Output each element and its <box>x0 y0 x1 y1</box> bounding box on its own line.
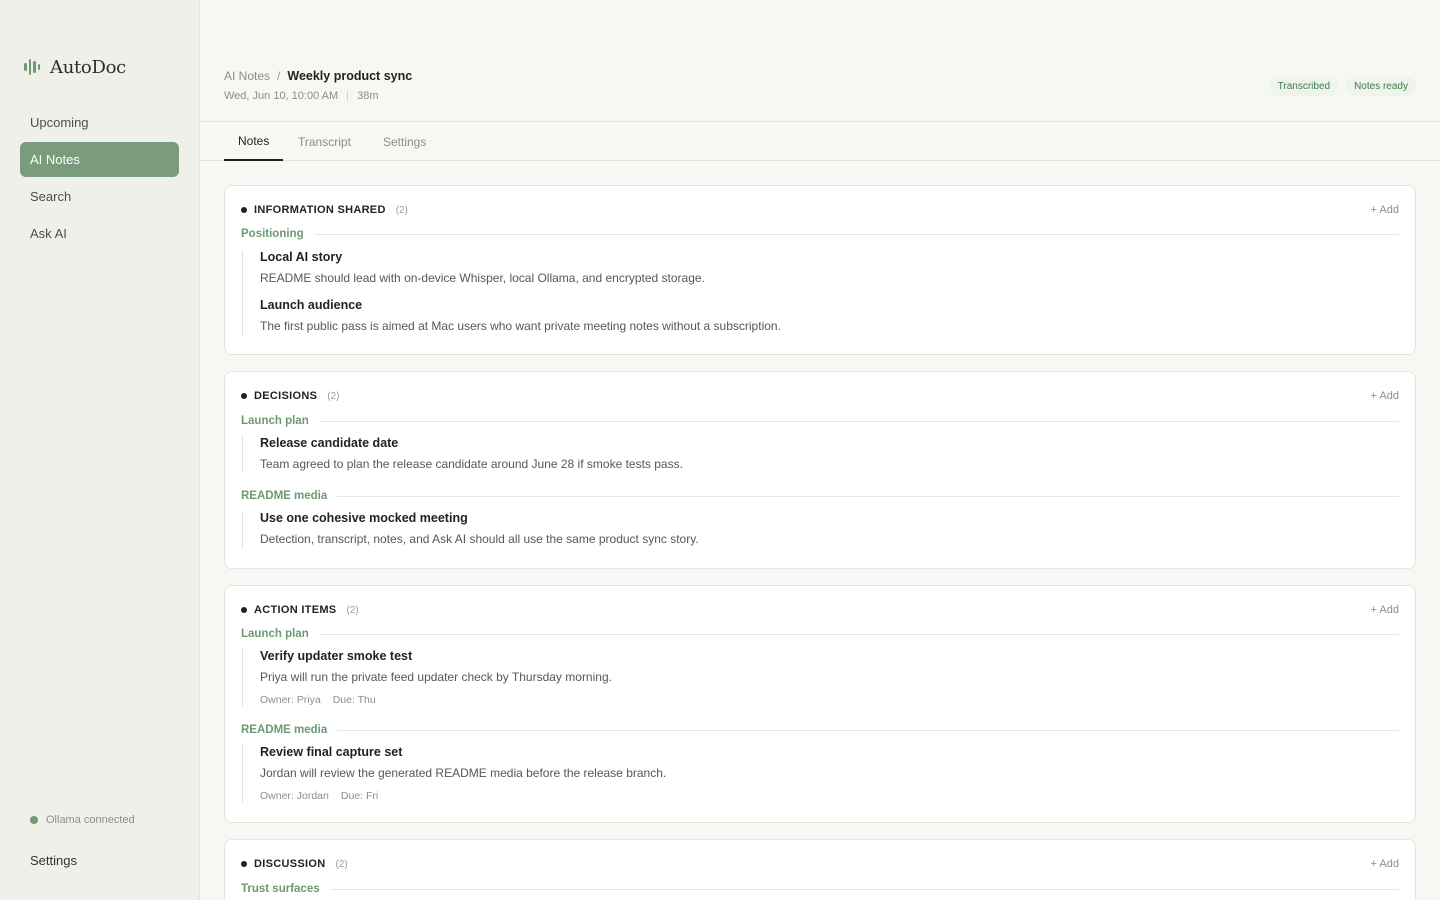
add-button[interactable]: + Add <box>1371 604 1399 616</box>
group-label-text: Positioning <box>241 228 304 240</box>
bullet-icon <box>241 393 247 399</box>
section-card-action-items: ACTION ITEMS (2) + Add Launch plan Verif… <box>224 585 1416 823</box>
section-count: (2) <box>327 390 340 402</box>
action-item-owner: Owner: Jordan <box>260 790 329 802</box>
sidebar-item-ask-ai[interactable]: Ask AI <box>20 216 179 251</box>
section-count: (2) <box>346 604 359 616</box>
action-item-due: Due: Fri <box>340 790 379 802</box>
connection-status: Ollama connected <box>30 814 135 826</box>
group-label-text: Trust surfaces <box>241 883 320 895</box>
sidebar-nav: Upcoming AI Notes Search Ask AI <box>20 105 179 253</box>
section-card-information-shared: INFORMATION SHARED (2) + Add Positioning… <box>224 185 1416 355</box>
note-item[interactable]: Use one cohesive mocked meeting Detectio… <box>260 511 1399 548</box>
note-item[interactable]: Release candidate date Team agreed to pl… <box>260 436 1399 473</box>
note-item-description: The first public pass is aimed at Mac us… <box>260 319 781 333</box>
section-title: INFORMATION SHARED <box>254 204 386 216</box>
note-item-title: Local AI story <box>260 250 343 264</box>
note-item-title: Launch audience <box>260 298 363 312</box>
group-items: Verify updater smoke test Priya will run… <box>242 649 1399 706</box>
note-item-title: Use one cohesive mocked meeting <box>260 511 468 525</box>
tab-settings[interactable]: Settings <box>369 122 440 161</box>
meeting-meta: Wed, Jun 10, 10:00 AM 38m <box>224 90 379 102</box>
sidebar-item-settings[interactable]: Settings <box>30 853 77 868</box>
bullet-icon <box>241 607 247 613</box>
meeting-date: Wed, Jun 10, 10:00 AM <box>224 90 339 102</box>
section-card-discussion: DISCUSSION (2) + Add Trust surfaces <box>224 839 1416 900</box>
bullet-icon <box>241 207 247 213</box>
action-item-title: Review final capture set <box>260 745 403 759</box>
section-count: (2) <box>335 858 348 870</box>
waveform-logo-icon <box>24 58 40 76</box>
section-title: DECISIONS <box>254 390 318 402</box>
bullet-icon <box>241 861 247 867</box>
group-label-text: README media <box>241 490 328 502</box>
note-item[interactable]: Launch audience The first public pass is… <box>260 298 1399 335</box>
group-label-text: Launch plan <box>241 628 309 640</box>
action-item-due: Due: Thu <box>332 694 376 706</box>
note-item[interactable]: Local AI story README should lead with o… <box>260 250 1399 287</box>
status-badge-transcribed: Transcribed <box>1269 77 1339 96</box>
action-item[interactable]: Verify updater smoke test Priya will run… <box>260 649 1399 706</box>
group-label: Launch plan <box>241 413 1399 429</box>
action-item-description: Priya will run the private feed updater … <box>260 670 612 684</box>
note-item-description: README should lead with on-device Whispe… <box>260 271 705 285</box>
group-label: Launch plan <box>241 626 1399 642</box>
meeting-duration: 38m <box>357 90 379 102</box>
add-button[interactable]: + Add <box>1371 858 1399 870</box>
status-dot-icon <box>30 816 38 824</box>
tab-bar: Notes Transcript Settings <box>200 122 1440 161</box>
action-item-owner: Owner: Priya <box>260 694 321 706</box>
group-label-text: Launch plan <box>241 415 309 427</box>
tab-notes[interactable]: Notes <box>224 122 284 161</box>
sidebar-item-search[interactable]: Search <box>20 179 179 214</box>
app-name: AutoDoc <box>50 56 126 78</box>
section-count: (2) <box>395 204 408 216</box>
action-item[interactable]: Review final capture set Jordan will rev… <box>260 745 1399 802</box>
add-button[interactable]: + Add <box>1371 204 1399 216</box>
group-items: Use one cohesive mocked meeting Detectio… <box>242 511 1399 548</box>
brand: AutoDoc <box>24 56 126 78</box>
section-card-decisions: DECISIONS (2) + Add Launch plan Release … <box>224 371 1416 569</box>
add-button[interactable]: + Add <box>1371 390 1399 402</box>
page-title: Weekly product sync <box>287 69 413 83</box>
connection-status-label: Ollama connected <box>46 814 135 826</box>
group-label: Positioning <box>241 226 1399 242</box>
section-title: ACTION ITEMS <box>254 604 337 616</box>
breadcrumb-separator: / <box>277 69 281 83</box>
sidebar: AutoDoc Upcoming AI Notes Search Ask AI … <box>0 0 200 900</box>
action-item-title: Verify updater smoke test <box>260 649 413 663</box>
status-badges: Transcribed Notes ready <box>1269 77 1416 96</box>
group-label: Trust surfaces <box>241 881 1399 897</box>
group-items: Release candidate date Team agreed to pl… <box>242 436 1399 473</box>
note-item-description: Detection, transcript, notes, and Ask AI… <box>260 532 699 546</box>
note-item-description: Team agreed to plan the release candidat… <box>260 457 683 471</box>
group-items: Review final capture set Jordan will rev… <box>242 745 1399 802</box>
group-items: Local AI story README should lead with o… <box>242 250 1399 335</box>
meta-divider <box>347 91 349 101</box>
action-item-description: Jordan will review the generated README … <box>260 766 667 780</box>
group-label: README media <box>241 722 1399 738</box>
sidebar-item-upcoming[interactable]: Upcoming <box>20 105 179 140</box>
group-label: README media <box>241 488 1399 504</box>
group-label-text: README media <box>241 724 328 736</box>
sidebar-item-ai-notes[interactable]: AI Notes <box>20 142 179 177</box>
section-title: DISCUSSION <box>254 858 326 870</box>
action-item-meta: Owner: Priya Due: Thu <box>260 694 1399 706</box>
breadcrumb: AI Notes / Weekly product sync <box>224 69 412 83</box>
page-header: AI Notes / Weekly product sync Wed, Jun … <box>200 0 1440 122</box>
breadcrumb-parent-link[interactable]: AI Notes <box>224 69 270 83</box>
action-item-meta: Owner: Jordan Due: Fri <box>260 790 1399 802</box>
note-item-title: Release candidate date <box>260 436 399 450</box>
status-badge-notes-ready: Notes ready <box>1346 77 1416 96</box>
tab-transcript[interactable]: Transcript <box>284 122 365 161</box>
